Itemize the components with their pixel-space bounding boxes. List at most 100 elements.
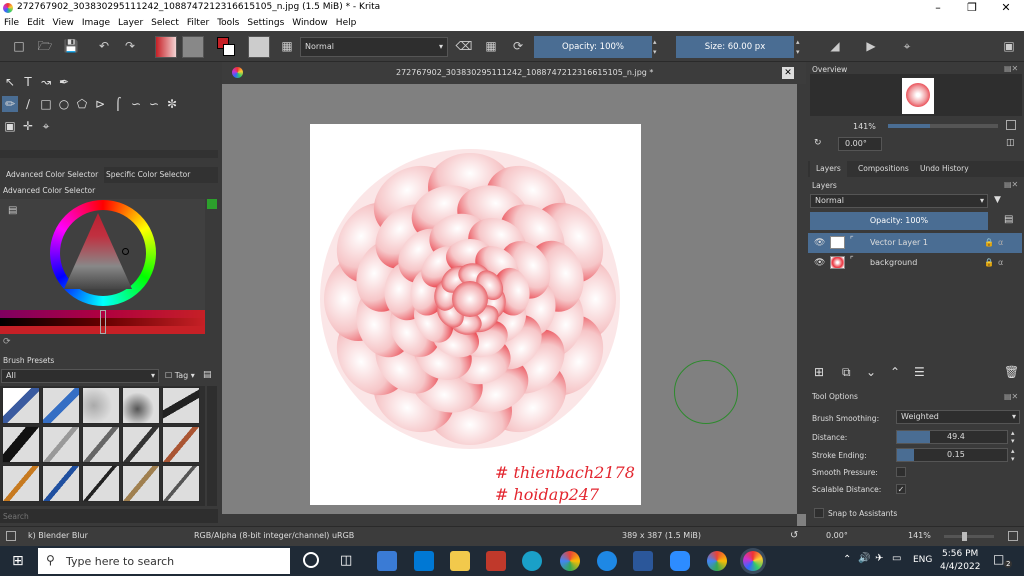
menu-select[interactable]: Select	[147, 16, 183, 31]
menu-image[interactable]: Image	[78, 16, 114, 31]
chrome-icon[interactable]	[560, 551, 580, 571]
cortana-icon[interactable]	[303, 552, 319, 568]
layer-row-background[interactable]: 👁 ⌜ background 🔒 α	[808, 253, 1022, 273]
brush-preset-item[interactable]	[162, 387, 200, 424]
toolbox-scroll[interactable]	[0, 150, 218, 158]
menu-tools[interactable]: Tools	[213, 16, 243, 31]
opacity-slider[interactable]: Opacity: 100%	[534, 36, 652, 58]
menu-settings[interactable]: Settings	[243, 16, 288, 31]
tab-compositions[interactable]: Compositions	[852, 161, 915, 177]
new-document-icon[interactable]: □	[10, 37, 28, 55]
smooth-pressure-checkbox[interactable]	[896, 467, 906, 477]
distance-stepper[interactable]: ▴ ▾	[1011, 429, 1015, 445]
move-layer-down-icon[interactable]: ⌄	[866, 365, 876, 379]
tag-button[interactable]: ☐ Tag ▾	[165, 371, 195, 380]
brush-preset-item[interactable]	[42, 387, 80, 424]
menu-edit[interactable]: Edit	[23, 16, 48, 31]
delete-layer-icon[interactable]: 🗑	[1004, 365, 1019, 379]
duplicate-layer-icon[interactable]: ⧉	[842, 365, 851, 380]
canvas-hscrollbar[interactable]	[222, 514, 797, 526]
move-tool-icon[interactable]: ✛	[20, 118, 36, 134]
tool-options-dock-icon[interactable]: ▤✕	[1004, 392, 1018, 401]
select-shapes-icon[interactable]: ↖	[2, 74, 18, 90]
eye-icon[interactable]: 👁	[814, 233, 825, 253]
dock-float-icon[interactable]: ▤✕	[1004, 64, 1018, 73]
opacity-stepper[interactable]: ▴ ▾	[653, 37, 661, 57]
layer-row-vector[interactable]: 👁 ⌜ Vector Layer 1 🔒 α	[808, 233, 1022, 253]
brush-preset-item[interactable]	[2, 465, 40, 502]
polygon-tool-icon[interactable]: ⬠	[74, 96, 90, 112]
menu-layer[interactable]: Layer	[114, 16, 147, 31]
menu-view[interactable]: View	[49, 16, 78, 31]
workspace-grid-icon[interactable]: ▦	[278, 37, 296, 55]
stroke-ending-stepper[interactable]: ▴ ▾	[1011, 447, 1015, 463]
volume-icon[interactable]: 🔊	[858, 553, 870, 564]
dynamic-brush-icon[interactable]: ∽	[146, 96, 162, 112]
edit-shapes-icon[interactable]: ↝	[38, 74, 54, 90]
taskbar-search-box[interactable]: ⚲ Type here to search	[38, 548, 290, 574]
calligraphy-icon[interactable]: ✒	[56, 74, 72, 90]
lock-icon[interactable]: 🔒	[984, 253, 994, 273]
brush-preset-item[interactable]	[42, 426, 80, 463]
tray-chevron-icon[interactable]: ⌃	[843, 554, 851, 565]
language-indicator[interactable]: ENG	[913, 555, 932, 565]
polyline-tool-icon[interactable]: ⊳	[92, 96, 108, 112]
stroke-ending-slider[interactable]: 0.15	[896, 448, 1008, 462]
tab-advanced-color[interactable]: Advanced Color Selector	[0, 167, 105, 183]
blend-mode-select[interactable]: Normal ▾	[300, 37, 448, 57]
snap-assistants-checkbox[interactable]	[814, 508, 824, 518]
brush-preset-item[interactable]	[162, 426, 200, 463]
presets-menu-icon[interactable]: ▤	[203, 370, 212, 380]
line-tool-icon[interactable]: ∕	[20, 96, 36, 112]
presets-filter-select[interactable]: All ▾	[1, 369, 159, 383]
mail-app-icon[interactable]	[414, 551, 434, 571]
size-stepper[interactable]: ▴ ▾	[796, 37, 804, 57]
presets-search-input[interactable]	[0, 509, 218, 523]
overview-panel[interactable]	[810, 74, 1022, 116]
tab-layers[interactable]: Layers	[810, 161, 847, 177]
krita-taskbar-icon[interactable]	[743, 551, 763, 571]
brush-preset-button[interactable]	[248, 36, 270, 58]
task-view-icon[interactable]: ◫	[340, 553, 352, 568]
distance-slider[interactable]: 49.4	[896, 430, 1008, 444]
close-window-button[interactable]: ✕	[990, 0, 1022, 16]
battery-icon[interactable]: ▭	[892, 553, 901, 564]
zoom-handle[interactable]	[962, 532, 967, 541]
tab-undo-history[interactable]: Undo History	[914, 161, 975, 177]
status-zoom-slider[interactable]	[944, 532, 994, 541]
ellipse-tool-icon[interactable]: ○	[56, 96, 72, 112]
eye-icon[interactable]: 👁	[814, 253, 825, 273]
overview-zoom-slider[interactable]	[888, 124, 998, 128]
presets-scrollbar[interactable]	[207, 386, 217, 506]
clock-date[interactable]: 4/4/2022	[940, 562, 980, 572]
notifications-icon[interactable]: □	[993, 552, 1004, 566]
layer-menu-icon[interactable]: ▤	[1004, 214, 1013, 225]
color-history-swatch[interactable]	[207, 199, 217, 209]
close-document-button[interactable]: ✕	[782, 67, 794, 79]
zoom-fit-checkbox[interactable]	[1006, 120, 1016, 130]
brush-preset-item[interactable]	[122, 426, 160, 463]
transform-icon[interactable]: ▣	[2, 118, 18, 134]
pattern-swatch[interactable]	[182, 36, 204, 58]
add-layer-icon[interactable]: ⊞	[814, 365, 824, 379]
layer-opacity-slider[interactable]: Opacity: 100%	[810, 212, 988, 230]
fit-to-view-icon[interactable]	[1008, 531, 1018, 541]
layers-dock-icon[interactable]: ▤✕	[1004, 180, 1018, 189]
file-explorer-icon[interactable]	[450, 551, 470, 571]
vivaldi-app-icon[interactable]	[486, 551, 506, 571]
zoom-app-icon[interactable]	[670, 551, 690, 571]
gradient-swatch[interactable]	[155, 36, 177, 58]
tab-specific-color[interactable]: Specific Color Selector	[100, 167, 196, 183]
brush-smoothing-select[interactable]: Weighted ▾	[896, 410, 1020, 424]
rotate-icon[interactable]: ↻	[814, 138, 822, 148]
minimize-button[interactable]: –	[922, 0, 954, 16]
chrome-profile-icon[interactable]	[707, 551, 727, 571]
save-icon[interactable]: 💾	[62, 37, 80, 55]
brush-preset-item[interactable]	[82, 426, 120, 463]
size-slider[interactable]: Size: 60.00 px	[676, 36, 794, 58]
word-app-icon[interactable]	[633, 551, 653, 571]
brush-preset-item[interactable]	[42, 465, 80, 502]
mirror-horizontal-icon[interactable]: ◢	[826, 37, 844, 55]
background-color-swatch[interactable]	[223, 44, 235, 56]
zalo-app-icon[interactable]	[597, 551, 617, 571]
